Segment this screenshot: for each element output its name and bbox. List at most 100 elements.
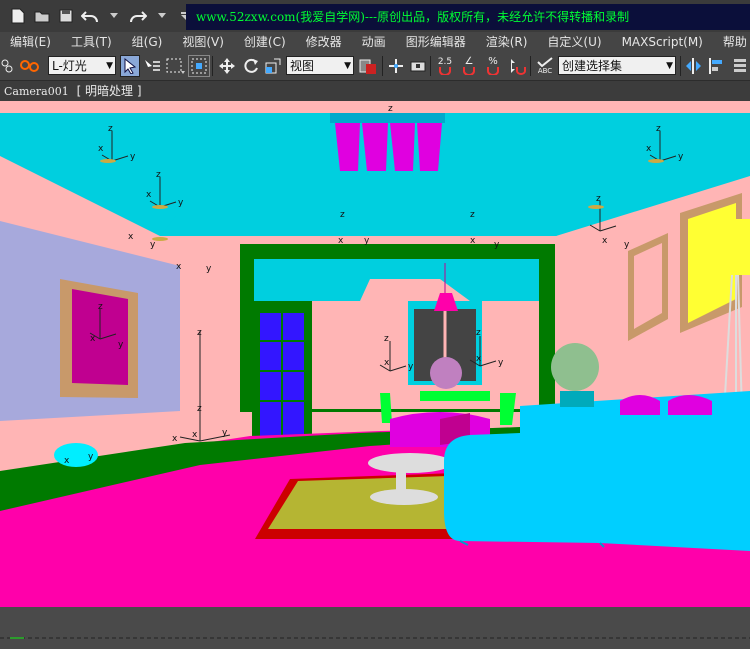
toolbar-divider (530, 56, 531, 76)
axis-z-label: z (197, 404, 202, 414)
plant-pot (560, 391, 594, 407)
window-crossing-icon (191, 58, 207, 74)
axis-z-label: z (596, 194, 601, 204)
rotate-button[interactable] (240, 55, 262, 77)
menu-animation[interactable]: 动画 (352, 32, 396, 52)
new-file-icon (11, 8, 25, 24)
edit-named-selection-button[interactable]: ABC (534, 55, 556, 77)
new-file-button[interactable] (8, 6, 28, 26)
axis-z-label: z (197, 328, 202, 338)
redo-dropdown[interactable] (152, 6, 172, 26)
reference-coord-value: 视图 (290, 59, 315, 73)
title-bar: www.52zxw.com(我爱自学网)---原创出品，版权所有，未经允许不得转… (0, 0, 750, 32)
layer-manager-button[interactable] (730, 55, 750, 77)
axis-x-label: x (128, 232, 134, 242)
select-by-name-button[interactable] (142, 55, 162, 77)
named-selection-select[interactable]: 创建选择集 ▼ (558, 56, 676, 75)
menu-graph-editors[interactable]: 图形编辑器 (396, 32, 476, 52)
chair-left (380, 393, 392, 423)
axis-x-label: x (192, 430, 198, 440)
toolbar-divider (212, 56, 213, 76)
shading-mode-label[interactable]: [ 明暗处理 ] (77, 84, 142, 98)
link-button[interactable] (0, 55, 14, 77)
menu-customize[interactable]: 自定义(U) (537, 32, 611, 52)
dining-table (420, 391, 490, 401)
axis-y-label: y (150, 240, 156, 250)
mirror-button[interactable] (684, 55, 704, 77)
menu-rendering[interactable]: 渲染(R) (476, 32, 538, 52)
magnet-icon (487, 67, 499, 75)
table-flowers (430, 357, 462, 389)
axis-y-label: y (88, 452, 94, 462)
keyboard-shortcut-button[interactable] (408, 55, 428, 77)
menu-edit[interactable]: 编辑(E) (0, 32, 61, 52)
selection-region-button[interactable] (164, 55, 186, 77)
axis-x-label: x (384, 358, 390, 368)
axis-z-label: z (470, 210, 475, 220)
move-button[interactable] (216, 55, 238, 77)
menu-tools[interactable]: 工具(T) (61, 32, 122, 52)
viewport-label[interactable]: Camera001 [ 明暗处理 ] (0, 81, 750, 101)
percent-snap-label: % (488, 56, 498, 67)
manipulate-icon (389, 59, 403, 73)
axis-y-label: y (624, 240, 630, 250)
window-crossing-button[interactable] (188, 55, 210, 77)
save-button[interactable] (56, 6, 76, 26)
rect-selection-icon (166, 58, 185, 74)
menu-maxscript[interactable]: MAXScript(M) (612, 32, 713, 52)
main-toolbar: L-灯光 ▼ 视图 ▼ 2.5 ∠ % ABC 创建选择集 ▼ (0, 52, 750, 81)
axis-z-label: z (108, 124, 113, 134)
axis-x-label: x (338, 236, 344, 246)
select-manipulate-button[interactable] (386, 55, 406, 77)
scale-button[interactable] (262, 55, 284, 77)
floor-lamp-shade (716, 219, 750, 275)
chevron-down-icon (110, 13, 118, 18)
reference-coord-select[interactable]: 视图 ▼ (286, 56, 354, 75)
menu-views[interactable]: 视图(V) (172, 32, 234, 52)
axis-y-label: y (222, 428, 228, 438)
redo-button[interactable] (128, 6, 148, 26)
magnet-icon (463, 67, 475, 75)
toolbar-divider (430, 56, 431, 76)
menu-help[interactable]: 帮助 (713, 32, 750, 52)
angle-snap-label: 2.5 (437, 56, 453, 67)
named-selection-value: 创建选择集 (562, 59, 623, 73)
menu-create[interactable]: 创建(C) (234, 32, 296, 52)
angle-snap-button[interactable]: 2.5 (434, 55, 456, 77)
quick-access-toolbar (8, 6, 196, 26)
select-object-button[interactable] (120, 55, 140, 77)
chevron-down-icon: ▼ (344, 61, 351, 71)
abc-label: ABC (537, 67, 553, 75)
camera-label[interactable]: Camera001 (4, 85, 69, 98)
layer-select[interactable]: L-灯光 ▼ (48, 56, 116, 75)
menu-modifiers[interactable]: 修改器 (296, 32, 352, 52)
open-file-button[interactable] (32, 6, 52, 26)
align-button[interactable] (706, 55, 728, 77)
chevron-down-icon (158, 13, 166, 18)
axis-y-label: y (498, 358, 504, 368)
undo-button[interactable] (80, 6, 100, 26)
pivot-center-button[interactable] (356, 55, 380, 77)
sofa-cushion-1 (620, 395, 660, 415)
undo-dropdown[interactable] (104, 6, 124, 26)
redo-icon (130, 11, 147, 23)
camera-viewport[interactable]: z z x y z x y z x y z x y x y x y z x y … (0, 101, 750, 607)
scale-icon (265, 58, 281, 74)
angle-snap-toggle[interactable]: ∠ (458, 55, 480, 77)
open-folder-icon (34, 11, 50, 23)
rotate-icon (244, 58, 258, 73)
time-slider-track[interactable] (0, 633, 750, 643)
coffee-table (368, 453, 452, 473)
axis-z-label: z (340, 210, 345, 220)
percent-snap-button[interactable]: % (482, 55, 504, 77)
chevron-down-icon: ▼ (106, 61, 113, 71)
axis-z-label: z (476, 328, 481, 338)
spinner-snap-icon (511, 59, 526, 75)
potted-plant (551, 343, 599, 391)
menu-group[interactable]: 组(G) (122, 32, 173, 52)
spinner-snap-button[interactable] (506, 55, 528, 77)
axis-x-label: x (146, 190, 152, 200)
unlink-button[interactable] (18, 55, 42, 77)
axis-y-label: y (206, 264, 212, 274)
chevron-down-icon: ▼ (666, 61, 673, 71)
